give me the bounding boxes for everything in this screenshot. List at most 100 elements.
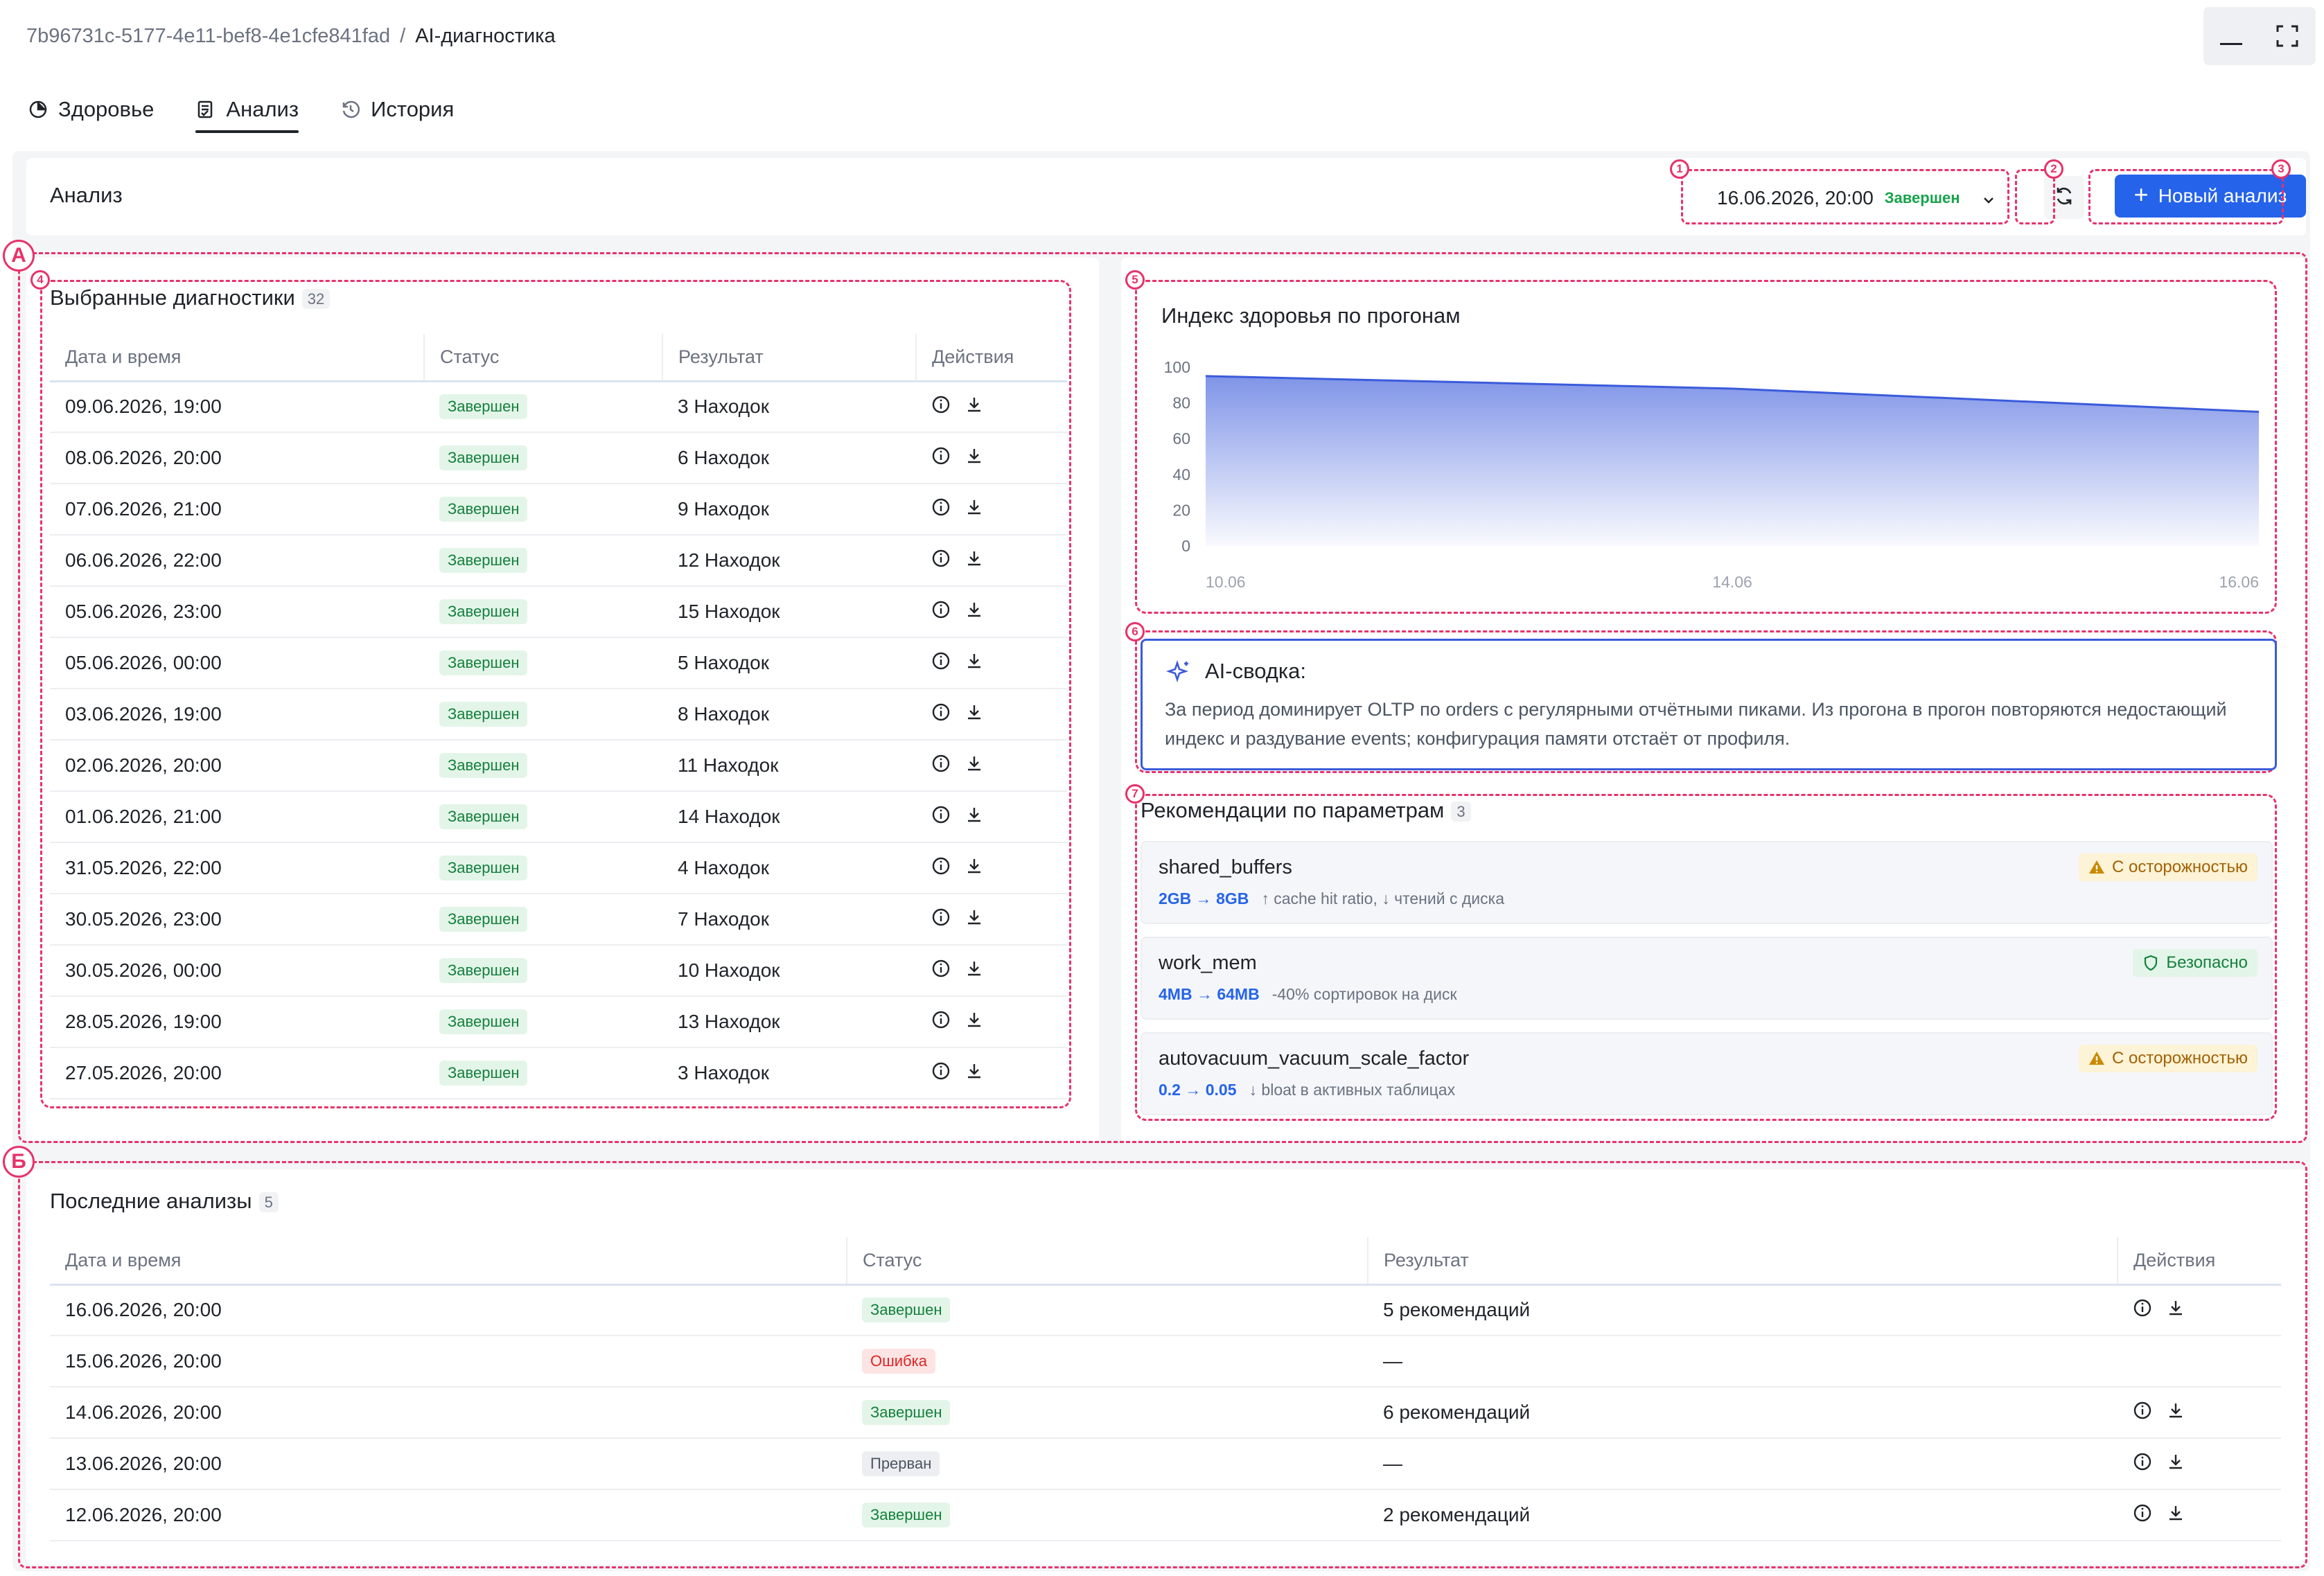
- table-row[interactable]: 06.06.2026, 22:00 Завершен 12 Находок: [50, 535, 1067, 587]
- recommendations-count: 3: [1451, 801, 1471, 822]
- download-icon[interactable]: [2166, 1401, 2185, 1420]
- row-status-cell: Завершен: [424, 586, 662, 638]
- info-icon[interactable]: [931, 600, 951, 619]
- download-icon[interactable]: [965, 907, 984, 927]
- tab-health[interactable]: Здоровье: [28, 89, 154, 130]
- new-analysis-label: Новый анализ: [2158, 185, 2287, 206]
- download-icon[interactable]: [2166, 1298, 2185, 1318]
- row-actions: [2133, 1401, 2185, 1420]
- row-date: 12.06.2026, 20:00: [50, 1489, 847, 1541]
- info-icon[interactable]: [931, 446, 951, 466]
- new-analysis-button[interactable]: + Новый анализ: [2115, 175, 2306, 218]
- download-icon[interactable]: [965, 395, 984, 414]
- recommendation-item[interactable]: work_mem 4MB → 64MB -40% сортировок на дис…: [1141, 937, 2273, 1020]
- column-header-status[interactable]: Статус: [424, 334, 663, 382]
- tab-analysis[interactable]: Анализ: [195, 89, 299, 133]
- download-icon[interactable]: [965, 754, 984, 773]
- info-icon[interactable]: [931, 497, 951, 517]
- info-icon[interactable]: [2133, 1298, 2152, 1318]
- info-icon[interactable]: [931, 549, 951, 568]
- download-icon[interactable]: [965, 805, 984, 824]
- recommendation-item[interactable]: autovacuum_vacuum_scale_factor 0.2 → 0.05…: [1141, 1032, 2273, 1115]
- row-status-cell: Завершен: [424, 791, 662, 843]
- column-header-date[interactable]: Дата и время: [50, 334, 425, 382]
- table-row[interactable]: 13.06.2026, 20:00 Прерван —: [50, 1438, 2281, 1490]
- download-icon[interactable]: [965, 959, 984, 978]
- row-status-cell: Завершен: [424, 535, 662, 587]
- tab-history[interactable]: История: [340, 89, 454, 130]
- window-controls: [2203, 7, 2316, 65]
- minimize-icon[interactable]: [2220, 42, 2242, 45]
- table-row[interactable]: 16.06.2026, 20:00 Завершен 5 рекомендаций: [50, 1284, 2281, 1336]
- status-badge: Завершен: [439, 394, 528, 420]
- info-icon[interactable]: [931, 1010, 951, 1029]
- table-row[interactable]: 28.05.2026, 19:00 Завершен 13 Находок: [50, 996, 1067, 1048]
- row-date: 30.05.2026, 23:00: [50, 894, 424, 946]
- download-icon[interactable]: [965, 446, 984, 466]
- table-row[interactable]: 14.06.2026, 20:00 Завершен 6 рекомендаций: [50, 1387, 2281, 1439]
- tab-analysis-label: Анализ: [226, 97, 299, 121]
- table-row[interactable]: 27.05.2026, 20:00 Завершен 3 Находок: [50, 1047, 1067, 1099]
- info-icon[interactable]: [931, 651, 951, 671]
- recommendation-effect: -40% сортировок на диск: [1271, 985, 1457, 1003]
- fullscreen-icon[interactable]: [2275, 24, 2299, 48]
- selected-diagnostics-count: 32: [301, 288, 331, 309]
- run-select[interactable]: 16.06.2026, 20:00 Завершен: [1696, 172, 2033, 224]
- table-row[interactable]: 02.06.2026, 20:00 Завершен 11 Находок: [50, 740, 1067, 792]
- table-row[interactable]: 05.06.2026, 23:00 Завершен 15 Находок: [50, 586, 1067, 638]
- row-date: 13.06.2026, 20:00: [50, 1438, 847, 1490]
- table-row[interactable]: 12.06.2026, 20:00 Завершен 2 рекомендаций: [50, 1489, 2281, 1541]
- column-header-status[interactable]: Статус: [847, 1237, 1368, 1286]
- status-badge: Завершен: [439, 753, 528, 778]
- plus-icon: +: [2133, 180, 2149, 209]
- row-status-cell: Завершен: [424, 484, 662, 535]
- download-icon[interactable]: [965, 702, 984, 722]
- info-icon[interactable]: [2133, 1503, 2152, 1523]
- download-icon[interactable]: [965, 1061, 984, 1081]
- download-icon[interactable]: [965, 651, 984, 671]
- y-tick-label: 100: [1164, 358, 1190, 376]
- info-icon[interactable]: [931, 1061, 951, 1081]
- table-row[interactable]: 31.05.2026, 22:00 Завершен 4 Находок: [50, 842, 1067, 894]
- download-icon[interactable]: [2166, 1503, 2185, 1523]
- download-icon[interactable]: [965, 1010, 984, 1029]
- table-row[interactable]: 08.06.2026, 20:00 Завершен 6 Находок: [50, 432, 1067, 484]
- info-icon[interactable]: [931, 754, 951, 773]
- download-icon[interactable]: [2166, 1452, 2185, 1471]
- row-result: 7 Находок: [662, 894, 916, 946]
- table-row[interactable]: 05.06.2026, 00:00 Завершен 5 Находок: [50, 637, 1067, 689]
- table-row[interactable]: 07.06.2026, 21:00 Завершен 9 Находок: [50, 484, 1067, 535]
- row-actions: [2133, 1298, 2185, 1318]
- warning-icon: [2088, 1050, 2105, 1067]
- info-icon[interactable]: [2133, 1452, 2152, 1471]
- download-icon[interactable]: [965, 600, 984, 619]
- download-icon[interactable]: [965, 497, 984, 517]
- info-icon[interactable]: [931, 702, 951, 722]
- column-header-date[interactable]: Дата и время: [50, 1237, 847, 1286]
- download-icon[interactable]: [965, 856, 984, 876]
- info-icon[interactable]: [2133, 1401, 2152, 1420]
- recommendation-item[interactable]: shared_buffers 2GB → 8GB ↑ cache hit ratio…: [1141, 841, 2273, 924]
- table-row[interactable]: 30.05.2026, 00:00 Завершен 10 Находок: [50, 945, 1067, 997]
- breadcrumb-id[interactable]: 7b96731c-5177-4e11-bef8-4e1cfe841fad: [26, 25, 390, 47]
- table-row[interactable]: 30.05.2026, 23:00 Завершен 7 Находок: [50, 894, 1067, 946]
- row-actions: [931, 395, 984, 414]
- info-icon[interactable]: [931, 959, 951, 978]
- row-actions-cell: [916, 637, 1067, 689]
- info-icon[interactable]: [931, 907, 951, 927]
- info-icon[interactable]: [931, 805, 951, 824]
- info-icon[interactable]: [931, 856, 951, 876]
- download-icon[interactable]: [965, 549, 984, 568]
- info-icon[interactable]: [931, 395, 951, 414]
- column-header-result[interactable]: Результат: [662, 334, 917, 382]
- recommendations-title-text: Рекомендации по параметрам: [1141, 798, 1445, 822]
- table-row[interactable]: 09.06.2026, 19:00 Завершен 3 Находок: [50, 381, 1067, 433]
- row-result: 3 Находок: [662, 1047, 916, 1099]
- refresh-button[interactable]: [2044, 176, 2084, 219]
- column-header-result[interactable]: Результат: [1368, 1237, 2118, 1286]
- row-result: 6 Находок: [662, 432, 916, 484]
- table-row[interactable]: 15.06.2026, 20:00 Ошибка —: [50, 1336, 2281, 1388]
- row-actions-cell: [916, 894, 1067, 946]
- table-row[interactable]: 03.06.2026, 19:00 Завершен 8 Находок: [50, 689, 1067, 741]
- table-row[interactable]: 01.06.2026, 21:00 Завершен 14 Находок: [50, 791, 1067, 843]
